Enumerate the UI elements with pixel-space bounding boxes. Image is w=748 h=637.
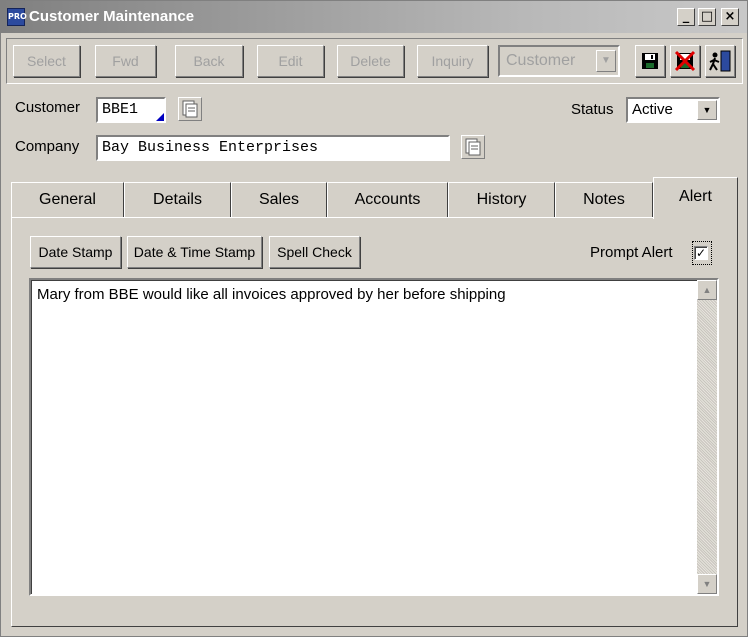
date-stamp-button[interactable]: Date Stamp	[30, 236, 121, 268]
tab-general[interactable]: General	[11, 182, 124, 218]
close-icon: ×	[724, 9, 736, 24]
title-bar[interactable]: PRO Customer Maintenance _ □ ×	[1, 1, 747, 33]
tab-history[interactable]: History	[448, 182, 555, 218]
window-title: Customer Maintenance	[29, 8, 195, 25]
entity-combo[interactable]: Customer ▼	[498, 45, 620, 77]
delete-button-label: Delete	[350, 53, 391, 69]
memo-vertical-scrollbar[interactable]: ▲ ▼	[697, 280, 717, 594]
exit-icon	[709, 50, 731, 72]
scroll-up-button[interactable]: ▲	[697, 280, 717, 300]
back-button[interactable]: Back	[175, 45, 243, 77]
prompt-alert-checkbox[interactable]: ✓	[694, 246, 708, 260]
company-field-value: Bay Business Enterprises	[102, 139, 319, 156]
close-button[interactable]: ×	[721, 8, 739, 26]
chevron-down-icon: ▼	[702, 105, 712, 115]
scroll-down-button[interactable]: ▼	[697, 574, 717, 594]
minimize-button[interactable]: _	[677, 8, 695, 26]
tab-sales-label: Sales	[258, 191, 300, 208]
alert-memo-text: Mary from BBE would like all invoices ap…	[37, 286, 506, 303]
maximize-icon: □	[700, 9, 714, 24]
customer-lookup-button[interactable]	[178, 97, 202, 121]
tab-notes[interactable]: Notes	[555, 182, 653, 218]
save-icon	[642, 53, 658, 69]
customer-field[interactable]: BBE1	[96, 97, 166, 123]
tab-details[interactable]: Details	[124, 182, 231, 218]
alert-memo-textarea[interactable]: Mary from BBE would like all invoices ap…	[29, 278, 719, 596]
cancel-button[interactable]	[670, 45, 700, 77]
lookup-icon	[182, 100, 198, 118]
status-select-value: Active	[632, 101, 673, 118]
prompt-alert-label: Prompt Alert	[590, 244, 673, 261]
navigation-toolbar: Select Fwd Back Edit Delete Inquiry Cust…	[6, 38, 743, 84]
entity-combo-value: Customer	[506, 52, 576, 69]
customer-field-value: BBE1	[102, 101, 139, 118]
lookup-icon	[465, 138, 481, 156]
spell-check-button[interactable]: Spell Check	[269, 236, 360, 268]
spell-check-label: Spell Check	[277, 244, 352, 260]
tab-alert[interactable]: Alert	[653, 177, 738, 219]
company-label: Company	[15, 138, 80, 155]
scroll-down-arrow-icon: ▼	[702, 579, 712, 589]
inquiry-button-label: Inquiry	[431, 53, 474, 69]
date-time-stamp-button[interactable]: Date & Time Stamp	[127, 236, 262, 268]
tab-history-label: History	[476, 191, 527, 208]
delete-button[interactable]: Delete	[337, 45, 404, 77]
checkmark-icon: ✓	[695, 246, 707, 260]
save-button[interactable]	[635, 45, 665, 77]
date-time-stamp-label: Date & Time Stamp	[133, 244, 256, 260]
company-lookup-button[interactable]	[461, 135, 485, 159]
tab-accounts-label: Accounts	[354, 191, 421, 208]
fwd-button[interactable]: Fwd	[95, 45, 156, 77]
minimize-icon: _	[682, 9, 690, 24]
chevron-down-icon: ▼	[601, 55, 611, 66]
cancel-icon	[674, 50, 696, 72]
customer-label: Customer	[15, 99, 81, 116]
corner-marker-icon	[156, 113, 164, 121]
entity-combo-arrow[interactable]: ▼	[596, 50, 616, 72]
app-icon: PRO	[7, 8, 27, 26]
select-button[interactable]: Select	[13, 45, 80, 77]
status-select-arrow[interactable]: ▼	[697, 100, 717, 120]
customer-maintenance-window: PRO Customer Maintenance _ □ × Select Fw…	[0, 0, 748, 637]
fwd-button-label: Fwd	[112, 53, 139, 69]
alert-tab-panel: Date Stamp Date & Time Stamp Spell Check…	[11, 217, 738, 627]
select-button-label: Select	[27, 53, 66, 69]
status-label: Status	[571, 101, 614, 118]
inquiry-button[interactable]: Inquiry	[417, 45, 488, 77]
maximize-button[interactable]: □	[698, 8, 716, 26]
status-select[interactable]: Active ▼	[626, 97, 720, 123]
edit-button[interactable]: Edit	[257, 45, 324, 77]
edit-button-label: Edit	[278, 53, 303, 69]
company-field[interactable]: Bay Business Enterprises	[96, 135, 450, 161]
scroll-up-arrow-icon: ▲	[702, 285, 712, 295]
exit-button[interactable]	[705, 45, 735, 77]
date-stamp-label: Date Stamp	[38, 244, 113, 260]
tab-general-label: General	[39, 191, 96, 208]
tab-sales[interactable]: Sales	[231, 182, 327, 218]
tab-accounts[interactable]: Accounts	[327, 182, 448, 218]
tab-alert-label: Alert	[679, 188, 712, 205]
tab-details-label: Details	[153, 191, 202, 208]
back-button-label: Back	[193, 53, 225, 69]
tab-notes-label: Notes	[583, 191, 625, 208]
